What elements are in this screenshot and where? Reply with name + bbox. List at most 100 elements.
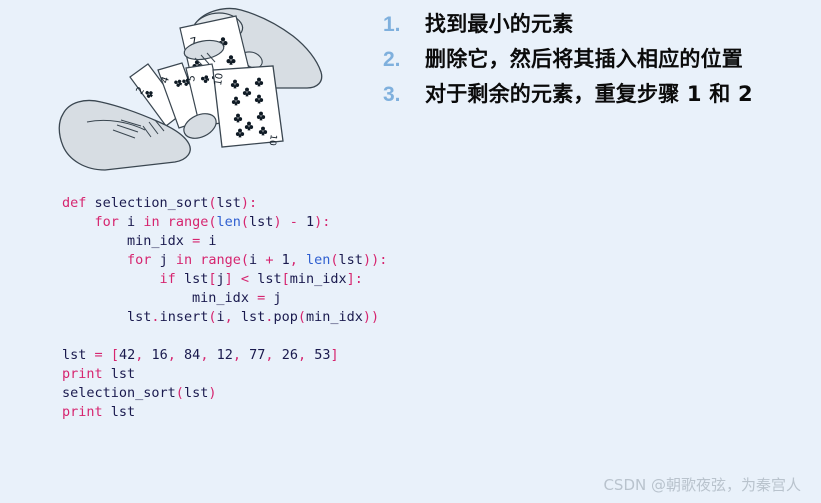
code-line: if lst[j] < lst[min_idx]: [62, 270, 682, 289]
code-token: lst [216, 194, 241, 211]
code-token: 12 [216, 346, 233, 363]
code-line: selection_sort(lst) [62, 384, 682, 403]
code-token: , [224, 308, 233, 325]
code-token: selection_sort [62, 384, 176, 401]
code-token: lst [183, 270, 209, 287]
step-text: 对于剩余的元素，重复步骤 1 和 2 [425, 82, 753, 106]
code-line: lst = [42, 16, 84, 12, 77, 26, 53] [62, 346, 682, 365]
code-token: ) [362, 251, 372, 268]
step-number: 3. [383, 83, 401, 106]
list-item: 2. 删除它，然后将其插入相应的位置 [383, 43, 818, 78]
code-token: 1 [306, 213, 315, 230]
code-token: ) [208, 384, 217, 401]
list-item: 1. 找到最小的元素 [383, 8, 818, 43]
code-token: 26 [281, 346, 298, 363]
step-number: 2. [383, 48, 401, 71]
code-token: min_idx [289, 270, 347, 287]
code-token: i [216, 308, 225, 325]
code-token: : [249, 194, 258, 211]
code-token: len [306, 251, 331, 268]
code-token: ) [371, 251, 380, 268]
python-code-block: def selection_sort(lst): for i in range(… [62, 194, 682, 422]
code-token: lst [338, 251, 363, 268]
code-token: ] [224, 270, 233, 287]
code-token: lst [249, 213, 274, 230]
list-item: 3. 对于剩余的元素，重复步骤 1 和 2 [383, 78, 818, 113]
code-token: lst [257, 270, 282, 287]
code-token: print [62, 365, 103, 382]
code-token: range [167, 213, 209, 230]
code-line: print lst [62, 403, 682, 422]
code-token: selection_sort [94, 194, 209, 211]
code-token: i [249, 251, 258, 268]
slide-canvas: 7 2 4 5 10 10 1. 找到最小的元素 2. 删除它，然后将其插入相应… [0, 0, 821, 503]
code-token: : [322, 213, 331, 230]
code-token: if [159, 270, 176, 287]
code-token: j [273, 289, 282, 306]
code-token: ( [240, 213, 250, 230]
code-token: 84 [184, 346, 201, 363]
code-token: i [127, 213, 136, 230]
code-token: for [94, 213, 119, 230]
code-token: lst [127, 308, 152, 325]
code-token: : [354, 270, 363, 287]
code-line: for i in range(len(lst) - 1): [62, 213, 682, 232]
code-token: , [167, 346, 176, 363]
code-token: min_idx [127, 232, 184, 249]
code-token: ] [330, 346, 339, 363]
code-token: j [216, 270, 225, 287]
step-text: 找到最小的元素 [425, 12, 574, 36]
code-token: 16 [151, 346, 168, 363]
step-text: 删除它，然后将其插入相应的位置 [425, 47, 743, 71]
code-line: min_idx = j [62, 289, 682, 308]
code-token: lst [110, 403, 136, 420]
code-token: ) [240, 194, 249, 211]
code-token: ] [346, 270, 355, 287]
code-token: 53 [314, 346, 331, 363]
code-token: ( [208, 213, 217, 230]
code-token: pop [273, 308, 298, 325]
code-line: print lst [62, 365, 682, 384]
code-token: lst [62, 346, 87, 363]
card-10-of-clubs: 10 10 [212, 65, 284, 148]
code-token: lst [240, 308, 266, 325]
code-token: in [175, 251, 193, 268]
code-token: 42 [118, 346, 136, 363]
code-token: , [297, 346, 307, 363]
code-line: min_idx = i [62, 232, 682, 251]
code-token: : [379, 251, 388, 268]
code-token: len [216, 213, 241, 230]
code-token: ) [371, 308, 380, 325]
code-token: = [192, 232, 201, 249]
code-token: print [62, 403, 103, 420]
csdn-watermark: CSDN @朝歌夜弦，为秦宫人 [603, 476, 801, 494]
code-line: lst.insert(i, lst.pop(min_idx)) [62, 308, 682, 327]
code-token: min_idx [305, 308, 363, 325]
code-token: ( [240, 251, 250, 268]
code-token: < [240, 270, 250, 287]
svg-text:10: 10 [266, 134, 278, 147]
code-token: ( [330, 251, 339, 268]
